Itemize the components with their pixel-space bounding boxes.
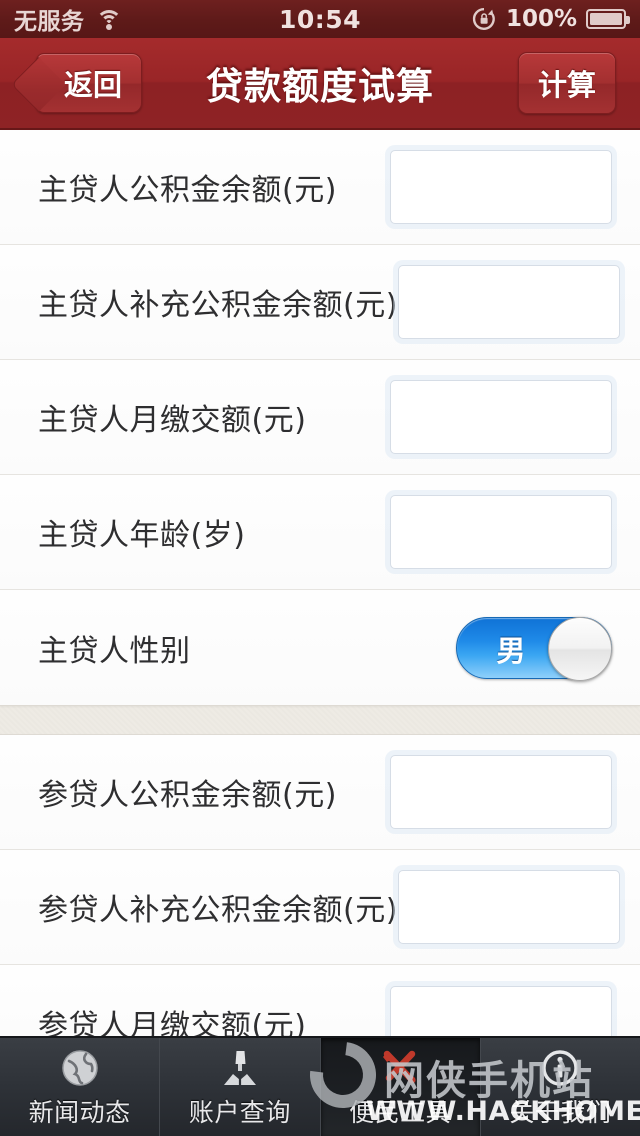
- wifi-icon: [95, 9, 123, 30]
- row-label: 参贷人公积金余额(元): [38, 778, 337, 813]
- primary-fund-balance-input[interactable]: [390, 150, 612, 224]
- table-row[interactable]: 主贷人年龄(岁): [0, 475, 640, 590]
- tab-bar: 新闻动态 账户查询 便民工具 关于我们: [0, 1036, 640, 1136]
- rotation-lock-icon: [471, 6, 497, 32]
- tab-tools[interactable]: 便民工具: [320, 1038, 481, 1136]
- tab-label: 账户查询: [188, 1098, 291, 1127]
- row-label: 主贷人性别: [38, 633, 191, 669]
- globe-icon: [59, 1045, 101, 1089]
- row-label: 主贷人补充公积金余额(元): [38, 288, 398, 323]
- table-row[interactable]: 主贷人公积金余额(元): [0, 130, 640, 245]
- row-label: 主贷人公积金余额(元): [38, 173, 337, 208]
- table-row[interactable]: 主贷人补充公积金余额(元): [0, 245, 640, 360]
- tab-about-us[interactable]: 关于我们: [481, 1038, 640, 1136]
- primary-supplementary-fund-input[interactable]: [397, 265, 620, 339]
- status-bar: 无服务 10:54 100%: [0, 0, 640, 38]
- app-screen: 无服务 10:54 100% 返回 贷款额度试算 计算 主贷人公积金余额(元) …: [0, 0, 640, 1136]
- calculate-button[interactable]: 计算: [518, 52, 616, 114]
- tab-label: 便民工具: [349, 1098, 452, 1127]
- form-scroll-area[interactable]: 主贷人公积金余额(元) 主贷人补充公积金余额(元) 主贷人月缴交额(元) 主贷人…: [0, 130, 640, 1060]
- battery-percent-label: 100%: [505, 6, 577, 32]
- table-row[interactable]: 主贷人性别 男: [0, 590, 640, 705]
- status-bar-left: 无服务: [14, 2, 123, 36]
- person-document-icon: [219, 1045, 261, 1089]
- table-row[interactable]: 主贷人月缴交额(元): [0, 360, 640, 475]
- section-primary-borrower: 主贷人公积金余额(元) 主贷人补充公积金余额(元) 主贷人月缴交额(元) 主贷人…: [0, 130, 640, 706]
- info-circle-icon: [539, 1045, 581, 1089]
- section-divider: [0, 706, 640, 734]
- status-bar-right: 100%: [471, 6, 630, 32]
- row-label: 主贷人年龄(岁): [38, 518, 246, 553]
- tab-account-query[interactable]: 账户查询: [160, 1038, 321, 1136]
- tools-icon: [378, 1045, 422, 1089]
- table-row[interactable]: 参贷人补充公积金余额(元): [0, 850, 640, 965]
- toggle-knob: [548, 616, 612, 681]
- tab-news[interactable]: 新闻动态: [0, 1038, 161, 1136]
- co-fund-balance-input[interactable]: [390, 755, 612, 829]
- section-co-borrower: 参贷人公积金余额(元) 参贷人补充公积金余额(元) 参贷人月缴交额(元): [0, 734, 640, 1060]
- battery-full-icon: [586, 9, 630, 29]
- co-supplementary-fund-input[interactable]: [397, 870, 620, 944]
- back-button-label: 返回: [63, 68, 122, 102]
- tab-label: 新闻动态: [28, 1098, 131, 1127]
- table-row[interactable]: 参贷人公积金余额(元): [0, 735, 640, 850]
- primary-age-input[interactable]: [390, 495, 612, 569]
- navigation-bar: 返回 贷款额度试算 计算: [0, 38, 640, 130]
- gender-toggle[interactable]: 男: [456, 616, 612, 681]
- back-button[interactable]: 返回: [36, 53, 142, 113]
- primary-monthly-payment-input[interactable]: [390, 380, 612, 454]
- row-label: 主贷人月缴交额(元): [38, 403, 307, 438]
- tab-label: 关于我们: [509, 1098, 612, 1127]
- row-label: 参贷人补充公积金余额(元): [38, 893, 398, 928]
- calculate-button-label: 计算: [537, 68, 596, 102]
- carrier-label: 无服务: [14, 9, 85, 35]
